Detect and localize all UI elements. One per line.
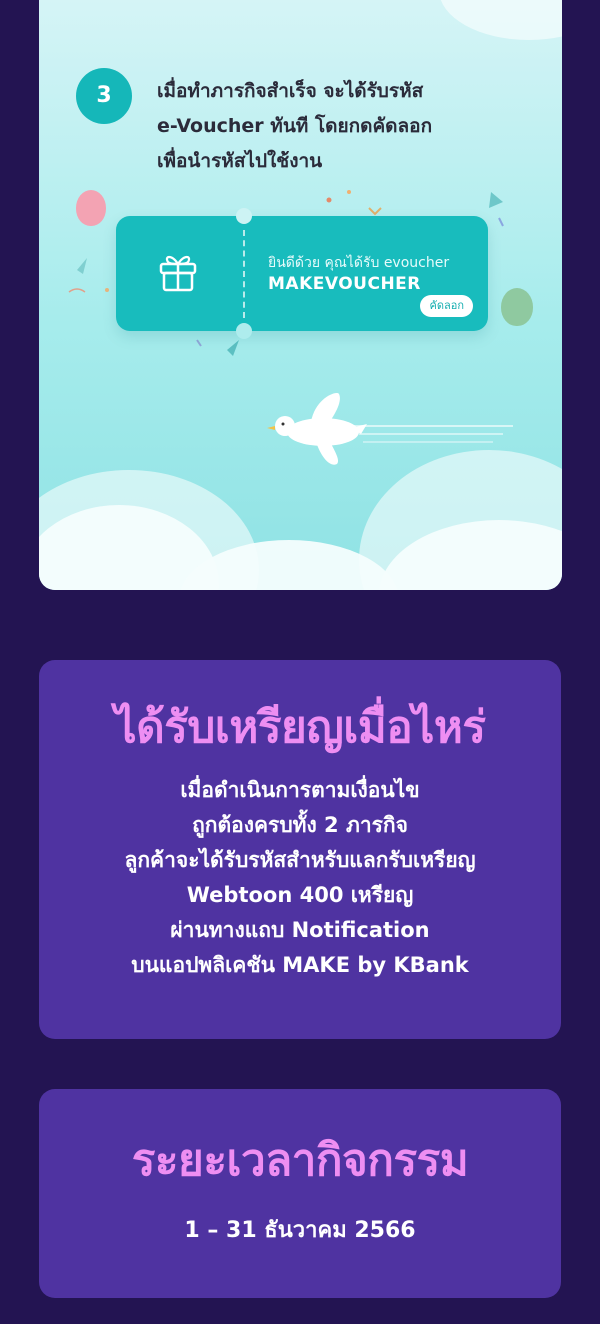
evoucher-ticket: ยินดีด้วย คุณได้รับ evoucher MAKEVOUCHER… xyxy=(116,208,488,339)
reward-line: Webtoon 400 เหรียญ xyxy=(186,882,414,907)
step-description-line: e-Voucher ทันที โดยกดคัดลอก xyxy=(157,115,433,137)
period-title: ระยะเวลากิจกรรม xyxy=(131,1135,469,1186)
ticket-notch xyxy=(236,208,252,224)
step-illustration-card: 3 เมื่อทำภารกิจสำเร็จ จะได้รับรหัส e-Vou… xyxy=(39,0,562,590)
reward-line: ผ่านทางแถบ Notification xyxy=(170,917,430,942)
step-description: เมื่อทำภารกิจสำเร็จ จะได้รับรหัส e-Vouch… xyxy=(157,74,497,179)
step-number-badge: 3 xyxy=(76,68,132,124)
period-info-card: ระยะเวลากิจกรรม 1 – 31 ธันวาคม 2566 xyxy=(39,1089,561,1298)
voucher-message: ยินดีด้วย คุณได้รับ evoucher xyxy=(268,255,450,271)
copy-code-button[interactable]: คัดลอก xyxy=(420,295,473,317)
cloud-top-right xyxy=(439,0,562,40)
reward-line: บนแอปพลิเคชัน MAKE by KBank xyxy=(131,952,469,977)
voucher-code: MAKEVOUCHER xyxy=(268,274,421,294)
ticket-divider xyxy=(243,230,245,318)
reward-line: เมื่อดำเนินการตามเงื่อนไข xyxy=(180,777,420,802)
reward-description: เมื่อดำเนินการตามเงื่อนไข ถูกต้องครบทั้ง… xyxy=(39,773,561,983)
gift-icon xyxy=(159,255,197,292)
reward-title: ได้รับเหรียญเมื่อไหร่ xyxy=(114,702,486,753)
period-date: 1 – 31 ธันวาคม 2566 xyxy=(184,1217,416,1243)
step-description-line: เพื่อนำรหัสไปใช้งาน xyxy=(157,150,323,172)
reward-info-card: ได้รับเหรียญเมื่อไหร่ เมื่อดำเนินการตามเ… xyxy=(39,660,561,1039)
ticket-notch xyxy=(236,323,252,339)
step-description-line: เมื่อทำภารกิจสำเร็จ จะได้รับรหัส xyxy=(157,80,424,102)
reward-line: ถูกต้องครบทั้ง 2 ภารกิจ xyxy=(192,812,408,837)
dove-icon xyxy=(267,393,513,465)
reward-line: ลูกค้าจะได้รับรหัสสำหรับแลกรับเหรียญ xyxy=(124,847,476,872)
